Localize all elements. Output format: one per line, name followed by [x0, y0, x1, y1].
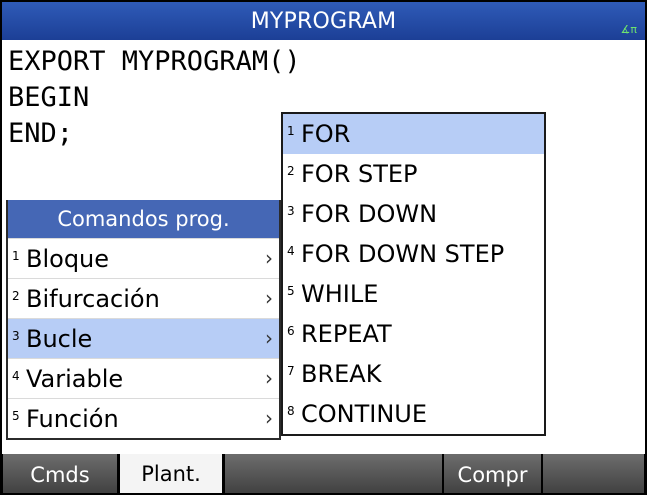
item-number: 1: [12, 248, 20, 263]
item-label: CONTINUE: [301, 400, 428, 428]
softkey-compr[interactable]: Compr: [443, 454, 542, 493]
menu-header: Comandos prog.: [8, 200, 279, 238]
item-label: Bucle: [26, 324, 93, 353]
item-label: Bifurcación: [26, 284, 160, 313]
program-commands-menu: Comandos prog. 1 Bloque › 2 Bifurcación …: [6, 200, 281, 440]
chevron-right-icon: ›: [265, 366, 273, 390]
softkey-plant[interactable]: Plant.: [118, 454, 224, 493]
item-label: REPEAT: [301, 320, 392, 348]
menu-item-continue[interactable]: 8 CONTINUE: [283, 394, 544, 434]
angle-mode-icon: ∡π: [620, 23, 637, 36]
softkey-empty-1[interactable]: [224, 454, 443, 493]
item-number: 5: [287, 284, 295, 298]
program-title: MYPROGRAM: [250, 8, 397, 34]
menu-item-bucle[interactable]: 3 Bucle ›: [8, 318, 279, 358]
menu-item-for-down[interactable]: 3 FOR DOWN: [283, 194, 544, 234]
menu-item-repeat[interactable]: 6 REPEAT: [283, 314, 544, 354]
item-label: Bloque: [26, 244, 110, 273]
item-number: 4: [12, 368, 20, 383]
chevron-right-icon: ›: [265, 406, 273, 430]
item-number: 7: [287, 364, 295, 378]
softkey-bar: Cmds Plant. Compr: [2, 454, 645, 493]
item-label: FOR DOWN STEP: [301, 240, 505, 268]
item-label: Función: [26, 404, 119, 433]
loop-submenu: 1 FOR 2 FOR STEP 3 FOR DOWN 4 FOR DOWN S…: [281, 112, 546, 436]
item-label: WHILE: [301, 280, 379, 308]
item-number: 4: [287, 244, 295, 258]
menu-item-break[interactable]: 7 BREAK: [283, 354, 544, 394]
menu-item-for-down-step[interactable]: 4 FOR DOWN STEP: [283, 234, 544, 274]
code-line-export[interactable]: EXPORT MYPROGRAM(): [8, 44, 638, 80]
menu-item-variable[interactable]: 4 Variable ›: [8, 358, 279, 398]
softkey-cmds[interactable]: Cmds: [2, 454, 118, 493]
item-number: 8: [287, 404, 295, 418]
menu-item-while[interactable]: 5 WHILE: [283, 274, 544, 314]
softkey-empty-2[interactable]: [542, 454, 645, 493]
menu-item-bloque[interactable]: 1 Bloque ›: [8, 238, 279, 278]
item-number: 2: [287, 164, 295, 178]
title-bar: MYPROGRAM ∡π: [2, 2, 645, 40]
item-number: 1: [287, 124, 295, 138]
chevron-right-icon: ›: [265, 326, 273, 350]
chevron-right-icon: ›: [265, 286, 273, 310]
code-line-begin[interactable]: BEGIN: [8, 80, 638, 116]
menu-item-funcion[interactable]: 5 Función ›: [8, 398, 279, 438]
item-number: 6: [287, 324, 295, 338]
item-label: FOR: [301, 120, 351, 148]
menu-item-for[interactable]: 1 FOR: [283, 114, 544, 154]
chevron-right-icon: ›: [265, 246, 273, 270]
item-number: 2: [12, 288, 20, 303]
menu-item-for-step[interactable]: 2 FOR STEP: [283, 154, 544, 194]
item-label: FOR STEP: [301, 160, 418, 188]
item-number: 3: [287, 204, 295, 218]
item-number: 3: [12, 328, 20, 343]
item-label: Variable: [26, 364, 124, 393]
item-label: BREAK: [301, 360, 382, 388]
item-label: FOR DOWN: [301, 200, 438, 228]
menu-item-bifurcacion[interactable]: 2 Bifurcación ›: [8, 278, 279, 318]
calculator-screen: MYPROGRAM ∡π EXPORT MYPROGRAM() BEGIN EN…: [0, 0, 647, 495]
item-number: 5: [12, 408, 20, 423]
